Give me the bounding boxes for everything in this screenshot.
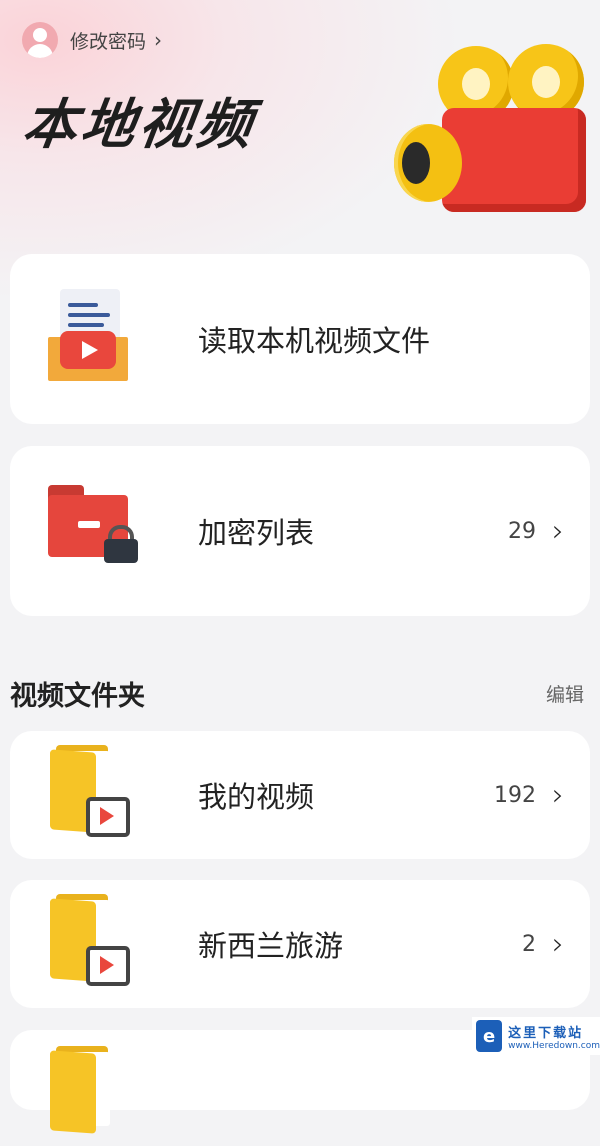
edit-button[interactable]: 编辑 [546, 680, 584, 707]
folder-count: 2 [522, 931, 536, 957]
encrypted-list-card[interactable]: 加密列表 29 › [10, 446, 590, 616]
folder-item[interactable]: 新西兰旅游 2 › [10, 880, 590, 1008]
read-local-videos-card[interactable]: 读取本机视频文件 [10, 254, 590, 424]
change-password-label: 修改密码 [70, 30, 147, 53]
locked-folder-icon [48, 481, 158, 581]
video-camera-illustration [392, 40, 592, 220]
video-folders-heading: 视频文件夹 [10, 681, 145, 712]
encrypted-list-label: 加密列表 [198, 516, 315, 550]
folder-item[interactable]: 我的视频 192 › [10, 731, 590, 859]
folder-name: 我的视频 [198, 780, 315, 814]
video-folder-icon [48, 894, 158, 994]
avatar[interactable] [22, 22, 58, 58]
encrypted-count: 29 [508, 518, 536, 544]
folder-count: 192 [494, 782, 536, 808]
chevron-right-icon: › [154, 28, 163, 52]
chevron-right-icon: › [552, 513, 564, 549]
chevron-right-icon: › [552, 777, 564, 813]
watermark-title: 这里下载站 [508, 1025, 584, 1041]
watermark: e 这里下载站 www.Heredown.com [472, 1017, 600, 1055]
video-folder-icon [48, 1046, 158, 1146]
read-local-videos-label: 读取本机视频文件 [198, 324, 431, 358]
watermark-logo: e [476, 1020, 503, 1052]
video-file-icon [48, 289, 158, 389]
video-folder-icon [48, 745, 158, 845]
change-password-link[interactable]: 修改密码 › [22, 22, 162, 58]
page-title: 本地视频 [18, 93, 260, 156]
watermark-url: www.Heredown.com [508, 1040, 600, 1051]
chevron-right-icon: › [552, 926, 564, 962]
folder-name: 新西兰旅游 [198, 929, 344, 963]
